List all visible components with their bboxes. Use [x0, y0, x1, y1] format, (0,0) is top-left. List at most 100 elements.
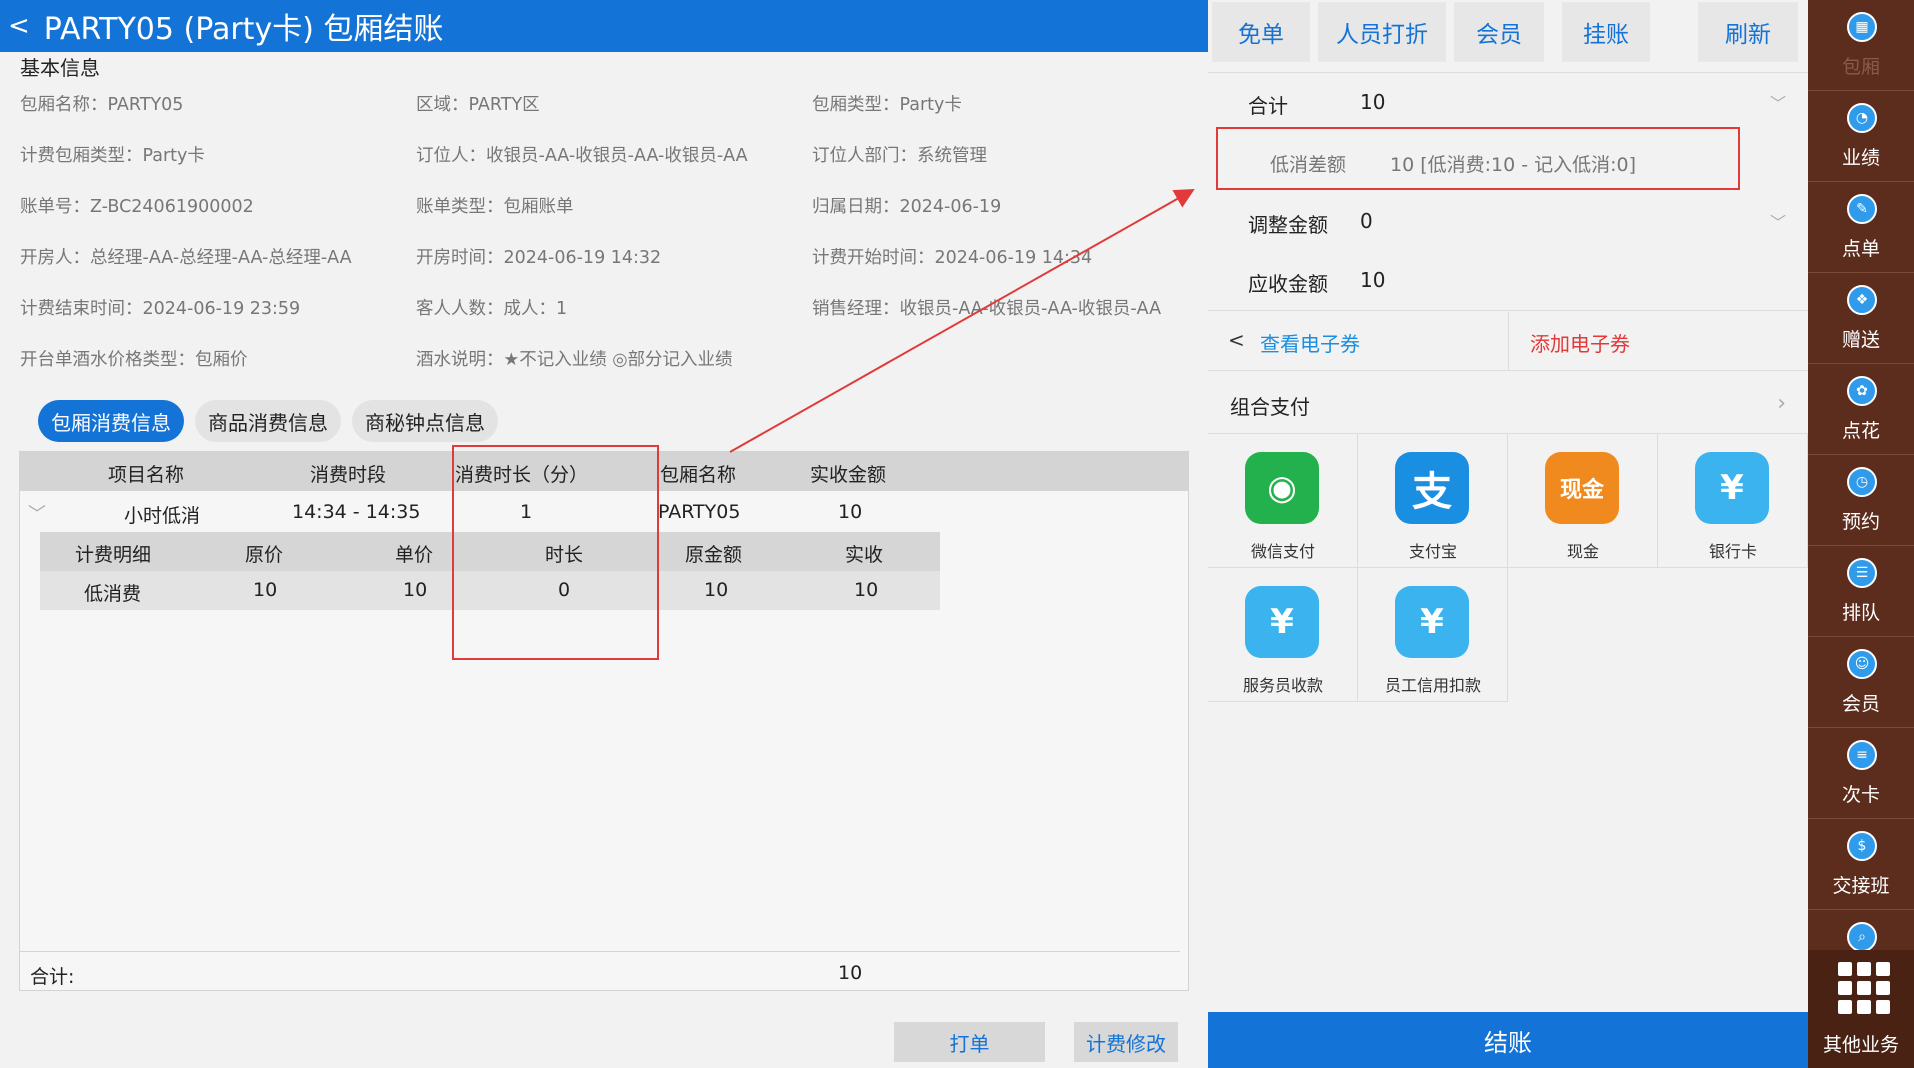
total-value: 10	[838, 962, 863, 984]
highlight-box	[452, 445, 659, 660]
add-coupon-button[interactable]: 添加电子券	[1530, 328, 1790, 357]
staff-credit-button[interactable]: ¥ 员工信用扣款	[1358, 568, 1508, 702]
chevron-right-icon: ›	[1777, 391, 1786, 416]
flower-icon: ✿	[1847, 376, 1877, 406]
pie-chart-icon: ◔	[1847, 103, 1877, 133]
staff-discount-button[interactable]: 人员打折	[1318, 2, 1446, 62]
modify-billing-button[interactable]: 计费修改	[1074, 1022, 1178, 1062]
table-cell: 14:34 - 14:35	[292, 501, 421, 523]
checkout-panel: < PARTY05 (Party卡) 包厢结账 基本信息 包厢名称：PARTY0…	[0, 0, 1208, 1068]
clock-icon: ◷	[1847, 467, 1877, 497]
table-cell: 小时低消	[124, 505, 201, 527]
detail-cell: 10	[704, 579, 729, 601]
info-field: 订位人部门：系统管理	[812, 146, 987, 166]
tab-goods-consumption[interactable]: 商品消费信息	[195, 400, 341, 442]
sidebar: ▦ 包厢 ◔ 业绩 ✎ 点单 ❖ 赠送 ✿ 点花 ◷ 预约 ☰ 排队 ☺ 会员 ≡ 次卡 $ 交接班…	[1808, 0, 1914, 1068]
other-business-label: 其他业务	[1822, 1034, 1899, 1056]
tab-secretary-hours[interactable]: 商秘钟点信息	[352, 400, 498, 442]
yen-icon: ¥	[1395, 586, 1469, 658]
info-field: 账单号：Z-BC24061900002	[20, 197, 254, 217]
column-header: 消费时段	[310, 464, 387, 486]
sidebar-item-label: 排队	[1841, 602, 1880, 624]
info-field: 归属日期：2024-06-19	[812, 197, 1002, 217]
info-field: 计费结束时间：2024-06-19 23:59	[20, 299, 301, 319]
sidebar-item-label: 次卡	[1841, 784, 1880, 806]
refresh-button[interactable]: 刷新	[1698, 2, 1798, 62]
card-icon: ≡	[1847, 740, 1877, 770]
apps-grid-icon	[1838, 962, 1890, 1014]
alipay-icon: 支	[1395, 452, 1469, 524]
yen-icon: ¥	[1245, 586, 1319, 658]
payment-panel: 免单 人员打折 会员 挂账 刷新 合计 10 ﹀ 低消差额 10 [低消费:10…	[1208, 0, 1808, 1068]
sidebar-item-label: 会员	[1841, 693, 1880, 715]
divider	[20, 951, 1180, 952]
info-field: 计费开始时间：2024-06-19 14:34	[812, 248, 1093, 268]
combo-pay-label: 组合支付	[1230, 395, 1310, 419]
highlight-box	[1216, 127, 1740, 190]
receivable-label: 应收金额	[1248, 272, 1328, 296]
chevron-down-icon[interactable]: ﹀	[28, 500, 46, 526]
table-cell: 10	[838, 501, 863, 523]
divider	[1208, 310, 1808, 311]
title-bar: < PARTY05 (Party卡) 包厢结账	[0, 0, 1208, 52]
sidebar-item-label: 点单	[1841, 238, 1880, 260]
checkout-button[interactable]: 结账	[1208, 1012, 1808, 1068]
cash-icon: 现金	[1545, 452, 1619, 524]
sidebar-item-reservation[interactable]: ◷ 预约	[1808, 455, 1914, 546]
info-field: 开房人：总经理-AA-总经理-AA-总经理-AA	[20, 248, 352, 268]
chevron-down-icon[interactable]: ﹀	[1770, 209, 1786, 233]
info-field: 账单类型：包厢账单	[416, 197, 574, 217]
page-title: PARTY05 (Party卡) 包厢结账	[43, 12, 444, 47]
basic-info-title: 基本信息	[20, 56, 100, 80]
info-field: 开房时间：2024-06-19 14:32	[416, 248, 662, 268]
sidebar-item-label: 交接班	[1832, 875, 1890, 897]
bank-card-button[interactable]: ¥ 银行卡	[1658, 434, 1808, 568]
other-business-button[interactable]: 其他业务	[1808, 950, 1914, 1068]
detail-column-header: 原价	[245, 544, 284, 566]
detail-cell: 低消费	[84, 583, 142, 605]
info-field: 酒水说明：★不记入业绩 ◎部分记入业绩	[416, 350, 733, 370]
grid-icon: ▦	[1847, 12, 1877, 42]
print-button[interactable]: 打单	[894, 1022, 1045, 1062]
waiter-collect-button[interactable]: ¥ 服务员收款	[1208, 568, 1358, 702]
payment-label: 服务员收款	[1242, 676, 1323, 695]
tab-room-consumption[interactable]: 包厢消费信息	[38, 400, 184, 442]
gift-icon: ❖	[1847, 285, 1877, 315]
payment-label: 支付宝	[1408, 542, 1457, 561]
sidebar-item-label: 点花	[1841, 420, 1880, 442]
sidebar-item-label: 赠送	[1841, 329, 1880, 351]
yen-icon: ¥	[1695, 452, 1769, 524]
free-order-button[interactable]: 免单	[1212, 2, 1310, 62]
back-icon[interactable]: <	[8, 11, 30, 41]
member-button[interactable]: 会员	[1454, 2, 1544, 62]
queue-icon: ☰	[1847, 558, 1877, 588]
sidebar-item-shift-handover[interactable]: $ 交接班	[1808, 819, 1914, 910]
sidebar-item-times-card[interactable]: ≡ 次卡	[1808, 728, 1914, 819]
sidebar-item-queue[interactable]: ☰ 排队	[1808, 546, 1914, 637]
chevron-down-icon[interactable]: ﹀	[1770, 90, 1786, 114]
info-field: 销售经理：收银员-AA-收银员-AA-收银员-AA	[812, 299, 1162, 319]
sidebar-item-member[interactable]: ☺ 会员	[1808, 637, 1914, 728]
sidebar-item-gift[interactable]: ❖ 赠送	[1808, 273, 1914, 364]
info-field: 区域：PARTY区	[416, 95, 540, 115]
sidebar-item-label: 预约	[1841, 511, 1880, 533]
sidebar-item-flowers[interactable]: ✿ 点花	[1808, 364, 1914, 455]
payment-label: 员工信用扣款	[1384, 676, 1481, 695]
wechat-pay-button[interactable]: ◉ 微信支付	[1208, 434, 1358, 568]
alipay-button[interactable]: 支 支付宝	[1358, 434, 1508, 568]
total-label: 合计:	[30, 966, 75, 988]
sidebar-item-order[interactable]: ✎ 点单	[1808, 182, 1914, 273]
sidebar-item-search[interactable]: ⌕	[1808, 910, 1914, 952]
sidebar-item-rooms[interactable]: ▦ 包厢	[1808, 0, 1914, 91]
divider	[1208, 370, 1808, 371]
user-icon: ☺	[1847, 649, 1877, 679]
chevron-left-icon: <	[1228, 328, 1245, 352]
wechat-pay-icon: ◉	[1245, 452, 1319, 524]
detail-column-header: 原金额	[685, 544, 743, 566]
charge-account-button[interactable]: 挂账	[1562, 2, 1650, 62]
receivable-value: 10	[1360, 268, 1386, 292]
cash-button[interactable]: 现金 现金	[1508, 434, 1658, 568]
sidebar-item-label: 包厢	[1841, 56, 1880, 78]
handover-icon: $	[1847, 831, 1877, 861]
sidebar-item-performance[interactable]: ◔ 业绩	[1808, 91, 1914, 182]
